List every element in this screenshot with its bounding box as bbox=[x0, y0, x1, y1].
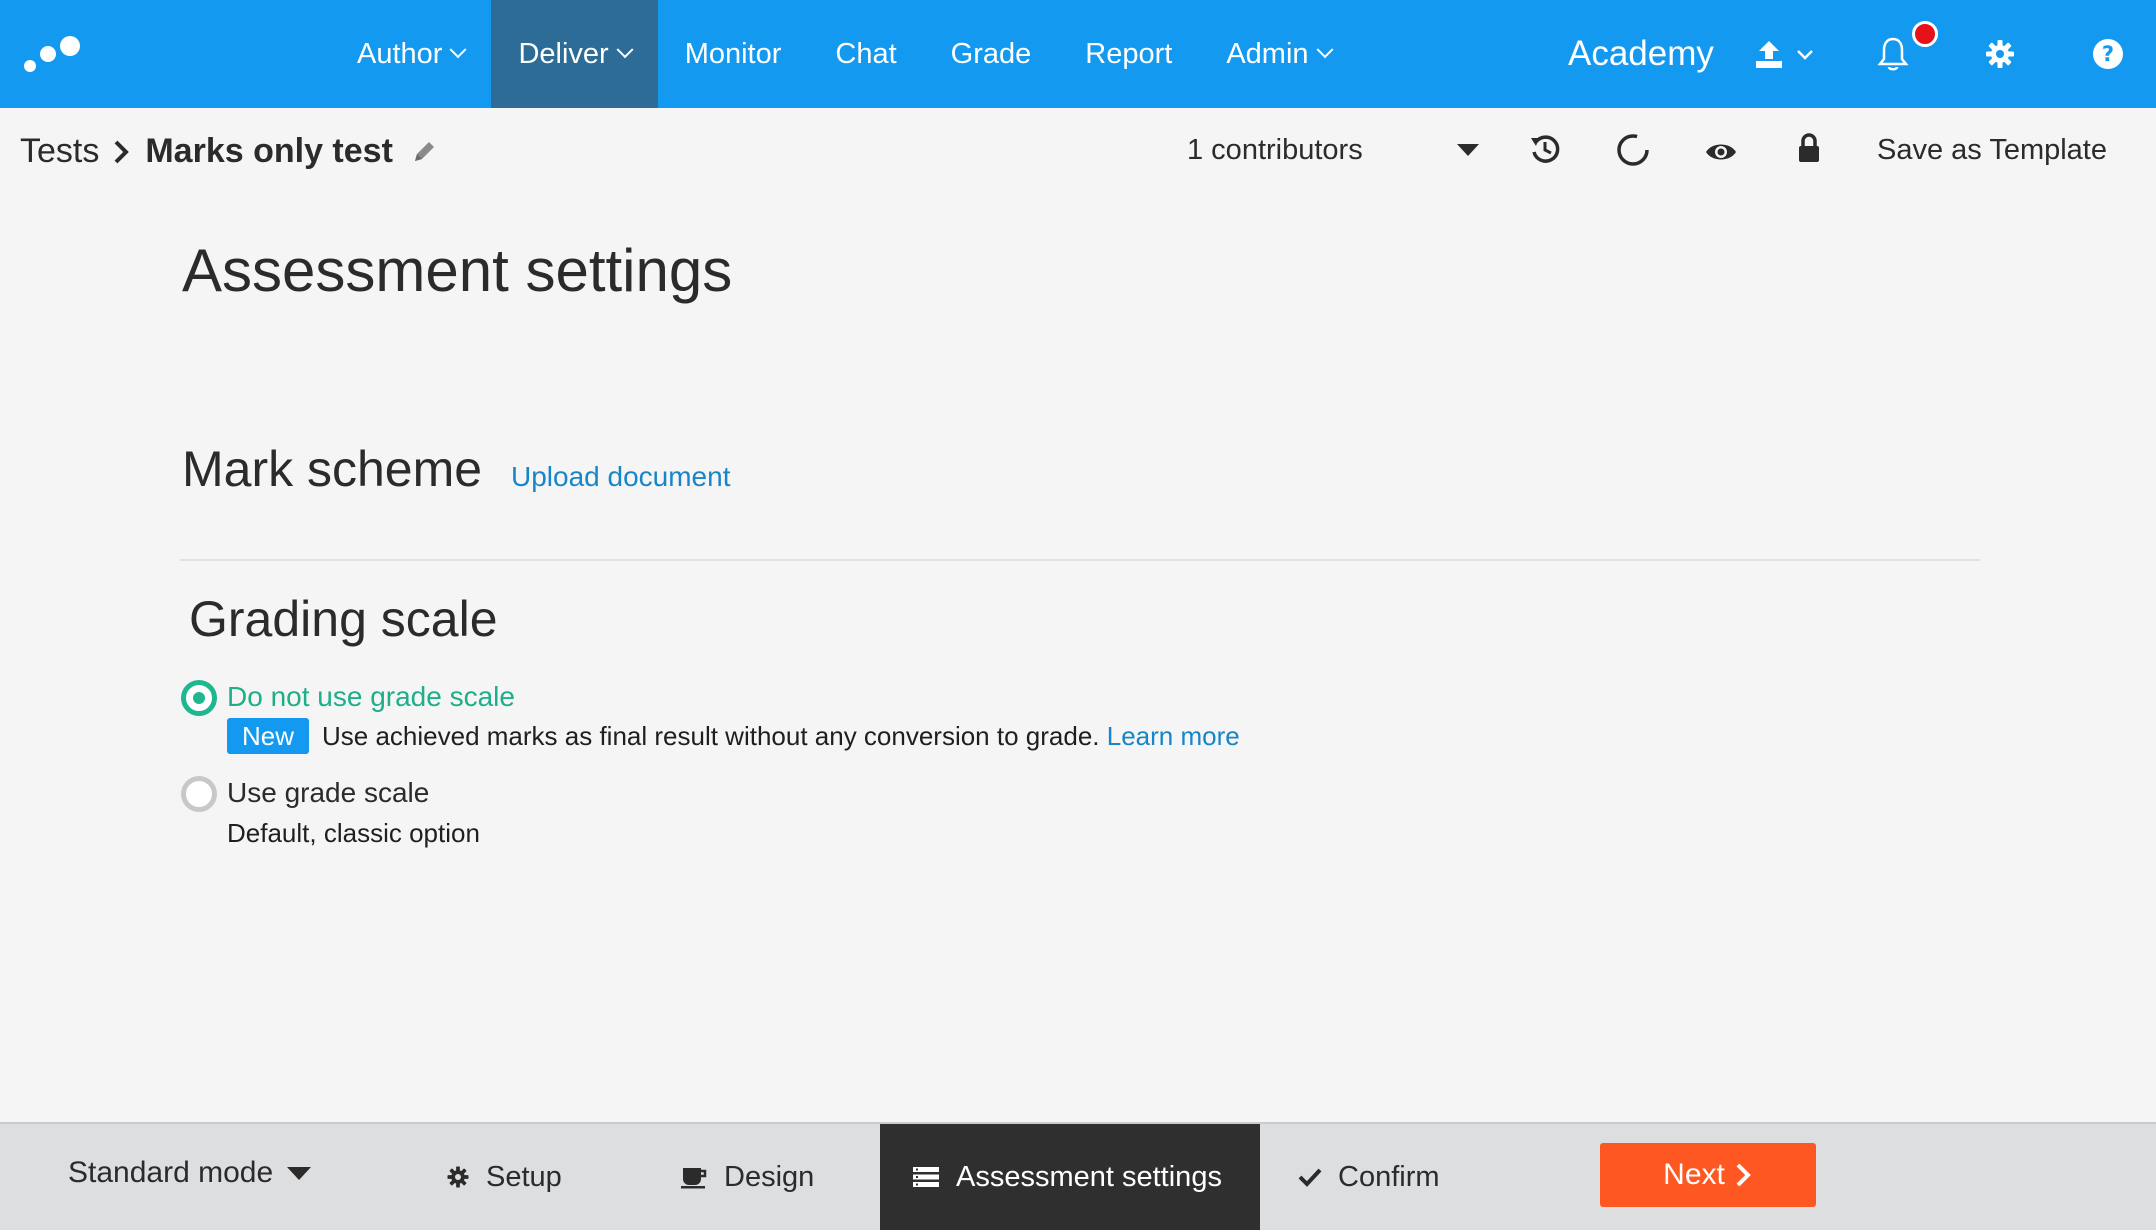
nav-item-label: Monitor bbox=[684, 37, 782, 70]
test-name: Marks only test bbox=[145, 132, 393, 170]
step-design[interactable]: Design bbox=[680, 1124, 814, 1230]
nav-item-chat[interactable]: Chat bbox=[808, 0, 923, 108]
nav-item-label: Chat bbox=[835, 37, 897, 70]
chevron-right-icon bbox=[114, 140, 130, 163]
page-title: Assessment settings bbox=[182, 237, 733, 304]
step-active-arrow bbox=[1230, 1124, 1256, 1230]
gear-icon bbox=[447, 1166, 469, 1188]
contributors-count: 1 contributors bbox=[1187, 134, 1363, 166]
settings-button[interactable] bbox=[1984, 0, 2016, 108]
option-description-text: Use achieved marks as final result witho… bbox=[322, 721, 1100, 751]
status-button[interactable] bbox=[1615, 132, 1651, 173]
chevron-down-icon bbox=[449, 41, 467, 59]
breadcrumb-tests-link[interactable]: Tests bbox=[20, 132, 99, 171]
nav-item-monitor[interactable]: Monitor bbox=[658, 0, 809, 108]
chevron-down-icon bbox=[1316, 41, 1334, 59]
save-as-template-button[interactable]: Save as Template bbox=[1877, 134, 2107, 167]
grading-scale-heading: Grading scale bbox=[189, 591, 498, 647]
lock-icon bbox=[1799, 133, 1819, 162]
caret-down-icon bbox=[287, 1166, 312, 1180]
upload-menu-button[interactable] bbox=[1752, 0, 1816, 108]
notification-badge bbox=[1912, 21, 1938, 47]
check-icon bbox=[1298, 1168, 1322, 1187]
pencil-icon[interactable] bbox=[409, 137, 439, 167]
chevron-down-icon bbox=[616, 41, 634, 59]
step-setup[interactable]: Setup bbox=[446, 1124, 562, 1230]
step-label: Design bbox=[724, 1160, 815, 1193]
next-label: Next bbox=[1663, 1158, 1725, 1191]
mark-scheme-heading: Mark scheme bbox=[182, 441, 483, 497]
preview-button[interactable] bbox=[1704, 140, 1738, 169]
notifications-button[interactable] bbox=[1876, 0, 1910, 108]
step-label: Setup bbox=[486, 1160, 562, 1193]
mode-dropdown[interactable]: Standard mode bbox=[68, 1156, 312, 1190]
lock-button[interactable] bbox=[1796, 132, 1822, 169]
wizard-footer: Standard mode Setup Design Assessment se… bbox=[0, 1122, 2156, 1230]
chevron-right-icon bbox=[1736, 1163, 1751, 1187]
nav-item-label: Author bbox=[357, 37, 443, 70]
chevron-down-icon bbox=[1797, 50, 1813, 60]
step-label: Confirm bbox=[1338, 1160, 1440, 1193]
caret-down-icon bbox=[1457, 144, 1479, 156]
mode-label: Standard mode bbox=[68, 1156, 274, 1189]
new-badge: New bbox=[227, 718, 309, 754]
next-button[interactable]: Next bbox=[1600, 1143, 1816, 1207]
eye-icon bbox=[1706, 144, 1736, 160]
step-confirm[interactable]: Confirm bbox=[1298, 1124, 1440, 1230]
do-not-use-grade-scale-radio[interactable] bbox=[181, 680, 217, 716]
svg-text:?: ? bbox=[2102, 42, 2114, 66]
nav-item-report[interactable]: Report bbox=[1058, 0, 1199, 108]
learn-more-link[interactable]: Learn more bbox=[1107, 721, 1240, 751]
logo[interactable] bbox=[20, 28, 92, 78]
help-icon: ? bbox=[2093, 39, 2123, 69]
gear-icon bbox=[1986, 40, 2014, 68]
step-assessment-settings[interactable]: Assessment settings bbox=[912, 1124, 1222, 1230]
nav-item-author[interactable]: Author bbox=[330, 0, 491, 108]
breadcrumb: Tests Marks only test bbox=[20, 132, 439, 171]
option-description: Use achieved marks as final result witho… bbox=[322, 721, 1240, 752]
list-icon bbox=[913, 1167, 939, 1187]
step-label: Assessment settings bbox=[956, 1160, 1222, 1193]
main-menu: Author Deliver Monitor Chat Grade Report… bbox=[330, 0, 1358, 108]
contributors-dropdown[interactable] bbox=[1455, 140, 1481, 165]
upload-icon bbox=[1756, 41, 1782, 68]
section-divider bbox=[180, 559, 1980, 561]
nav-item-label: Grade bbox=[950, 37, 1032, 70]
option-description: Default, classic option bbox=[227, 818, 480, 848]
use-grade-scale-label[interactable]: Use grade scale bbox=[227, 777, 429, 809]
history-button[interactable] bbox=[1528, 132, 1562, 171]
cup-icon bbox=[681, 1168, 707, 1189]
organization-name[interactable]: Academy bbox=[1568, 0, 1714, 108]
nav-item-label: Report bbox=[1085, 37, 1173, 70]
nav-item-label: Deliver bbox=[518, 37, 609, 70]
bell-icon bbox=[1877, 37, 1909, 71]
nav-item-grade[interactable]: Grade bbox=[924, 0, 1059, 108]
use-grade-scale-radio[interactable] bbox=[181, 776, 217, 812]
nav-item-label: Admin bbox=[1226, 37, 1309, 70]
top-navigation-bar: Author Deliver Monitor Chat Grade Report… bbox=[0, 0, 2156, 108]
loading-circle-icon bbox=[1617, 134, 1649, 166]
nav-item-admin[interactable]: Admin bbox=[1199, 0, 1357, 108]
nav-item-deliver[interactable]: Deliver bbox=[491, 0, 658, 108]
history-icon bbox=[1531, 135, 1560, 163]
help-button[interactable]: ? bbox=[2092, 0, 2124, 108]
upload-document-link[interactable]: Upload document bbox=[511, 461, 730, 493]
do-not-use-grade-scale-label[interactable]: Do not use grade scale bbox=[227, 681, 515, 713]
